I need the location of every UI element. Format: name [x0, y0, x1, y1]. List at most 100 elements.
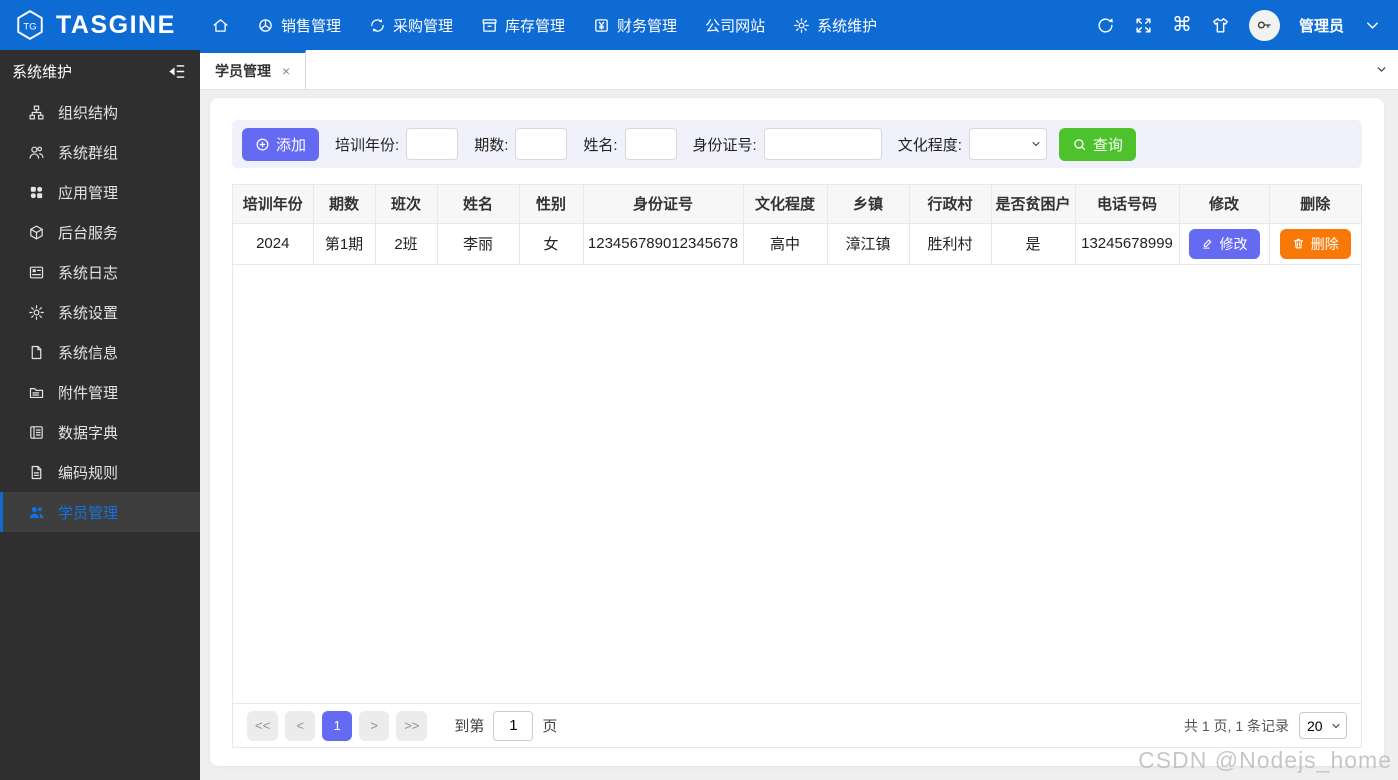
cell-village: 胜利村 [909, 223, 992, 265]
first-page-button[interactable]: << [247, 710, 279, 741]
gear-icon [794, 17, 809, 33]
nav-purchase[interactable]: 采购管理 [369, 15, 453, 36]
period-input[interactable] [515, 128, 568, 160]
col-delete: 删除 [1269, 185, 1361, 224]
theme-shirt-icon[interactable] [1211, 16, 1230, 35]
col-class: 班次 [375, 185, 438, 224]
last-page-button[interactable]: >> [396, 710, 428, 741]
education-level-label: 文化程度: [897, 136, 962, 154]
cell-poverty: 是 [991, 223, 1076, 265]
search-icon [1074, 138, 1085, 150]
sidebar-item-attachments[interactable]: 附件管理 [0, 372, 200, 412]
apps-icon [30, 186, 43, 198]
delete-button[interactable]: 删除 [1279, 228, 1351, 259]
nav-system-maintenance[interactable]: 系统维护 [793, 15, 877, 36]
file-info-icon [31, 345, 42, 359]
cell-name: 李丽 [437, 223, 520, 265]
col-period: 期数 [313, 185, 376, 224]
nav-finance[interactable]: 财务管理 [593, 15, 677, 36]
add-button[interactable]: 添加 [242, 127, 320, 161]
col-poverty: 是否贫困户 [991, 185, 1076, 224]
key-icon [1258, 21, 1272, 29]
students-icon [29, 506, 44, 518]
brand-logo: TG TASGINE [0, 9, 212, 41]
col-id-card: 身份证号 [583, 185, 744, 224]
pagination-summary-group: 共 1 页, 1 条记录 20 [1184, 712, 1347, 739]
cell-gender: 女 [519, 223, 584, 265]
cube-icon [30, 225, 43, 239]
tab-close-icon[interactable]: × [282, 63, 290, 79]
goto-prefix-label: 到第 [454, 718, 485, 735]
id-card-label: 身份证号: [692, 136, 757, 154]
brand-name: TASGINE [56, 10, 176, 39]
sidebar-item-student-management[interactable]: 学员管理 [0, 492, 200, 532]
students-table: 培训年份 期数 班次 姓名 性别 身份证号 文化程度 乡镇 行政村 是否贫困户 … [233, 185, 1361, 265]
dictionary-icon [30, 425, 43, 439]
refresh-icon[interactable] [1096, 16, 1115, 35]
sidebar-item-system-logs[interactable]: 系统日志 [0, 252, 200, 292]
sidebar-item-coding-rules[interactable]: 编码规则 [0, 452, 200, 492]
cell-town: 漳江镇 [827, 223, 910, 265]
sidebar-item-org-structure[interactable]: 组织结构 [0, 92, 200, 132]
training-year-label: 培训年份: [335, 136, 400, 154]
home-icon [213, 18, 228, 32]
cell-period: 第1期 [313, 223, 376, 265]
nav-inventory[interactable]: 库存管理 [481, 15, 565, 36]
cell-phone: 13245678999 [1075, 223, 1180, 265]
name-label: 姓名: [583, 136, 618, 154]
page-size-select[interactable]: 20 [1299, 712, 1347, 739]
purchase-icon [371, 18, 384, 32]
cell-education: 高中 [743, 223, 828, 265]
gear-icon [29, 304, 44, 320]
trash-icon [1293, 238, 1303, 249]
brand-hexagon-icon: TG [17, 10, 43, 40]
education-level-select[interactable] [968, 128, 1047, 160]
log-icon [29, 266, 44, 278]
sidebar-item-system-info[interactable]: 系统信息 [0, 332, 200, 372]
collapse-menu-icon[interactable] [167, 62, 186, 81]
tab-student-management[interactable]: 学员管理 × [200, 50, 307, 89]
page-1-button[interactable]: 1 [322, 710, 353, 741]
sidebar-item-backend-services[interactable]: 后台服务 [0, 212, 200, 252]
fullscreen-icon[interactable] [1134, 16, 1153, 35]
col-education: 文化程度 [743, 185, 828, 224]
cell-class: 2班 [375, 223, 438, 265]
filter-toolbar: 添加 培训年份: 期数: 姓名: 身份证号: 文化程度: 查询 [232, 120, 1362, 168]
tab-list-chevron-icon[interactable] [1375, 63, 1388, 76]
students-table-container: 培训年份 期数 班次 姓名 性别 身份证号 文化程度 乡镇 行政村 是否贫困户 … [232, 184, 1362, 748]
sidebar-title: 系统维护 [12, 63, 73, 81]
id-card-input[interactable] [763, 128, 882, 160]
col-edit: 修改 [1179, 185, 1270, 224]
name-input[interactable] [624, 128, 677, 160]
command-icon[interactable]: ⌘ [1172, 15, 1192, 35]
nav-company-site[interactable]: 公司网站 [705, 15, 765, 36]
nav-home[interactable] [212, 17, 229, 34]
search-button[interactable]: 查询 [1058, 127, 1136, 161]
col-village: 行政村 [909, 185, 992, 224]
main-nav: 销售管理 采购管理 库存管理 财务管理 公司网站 系统维护 [212, 15, 877, 36]
chevron-down-icon[interactable] [1363, 16, 1382, 35]
col-phone: 电话号码 [1075, 185, 1180, 224]
training-year-input[interactable] [406, 128, 459, 160]
sidebar-item-app-management[interactable]: 应用管理 [0, 172, 200, 212]
user-name[interactable]: 管理员 [1299, 15, 1344, 36]
svg-text:TG: TG [23, 21, 36, 32]
inventory-icon [482, 18, 497, 32]
nav-sales[interactable]: 销售管理 [257, 15, 341, 36]
sidebar-header: 系统维护 [0, 50, 200, 92]
sidebar-item-system-settings[interactable]: 系统设置 [0, 292, 200, 332]
prev-page-button[interactable]: < [285, 710, 316, 741]
goto-page-input[interactable] [493, 710, 534, 741]
table-header-row: 培训年份 期数 班次 姓名 性别 身份证号 文化程度 乡镇 行政村 是否贫困户 … [233, 185, 1361, 224]
edit-button[interactable]: 修改 [1188, 228, 1260, 259]
record-summary: 共 1 页, 1 条记录 [1183, 717, 1289, 734]
next-page-button[interactable]: > [359, 710, 390, 741]
tab-bar: 学员管理 × [200, 50, 1398, 90]
user-group-icon [29, 146, 44, 159]
sidebar-item-system-groups[interactable]: 系统群组 [0, 132, 200, 172]
period-label: 期数: [474, 136, 509, 154]
pagination-bar: << < 1 > >> 到第 页 共 1 页, 1 条记录 20 [233, 703, 1361, 747]
user-avatar[interactable] [1248, 9, 1280, 41]
table-row: 2024 第1期 2班 李丽 女 123456789012345678 高中 漳… [233, 223, 1361, 265]
sidebar-item-data-dictionary[interactable]: 数据字典 [0, 412, 200, 452]
